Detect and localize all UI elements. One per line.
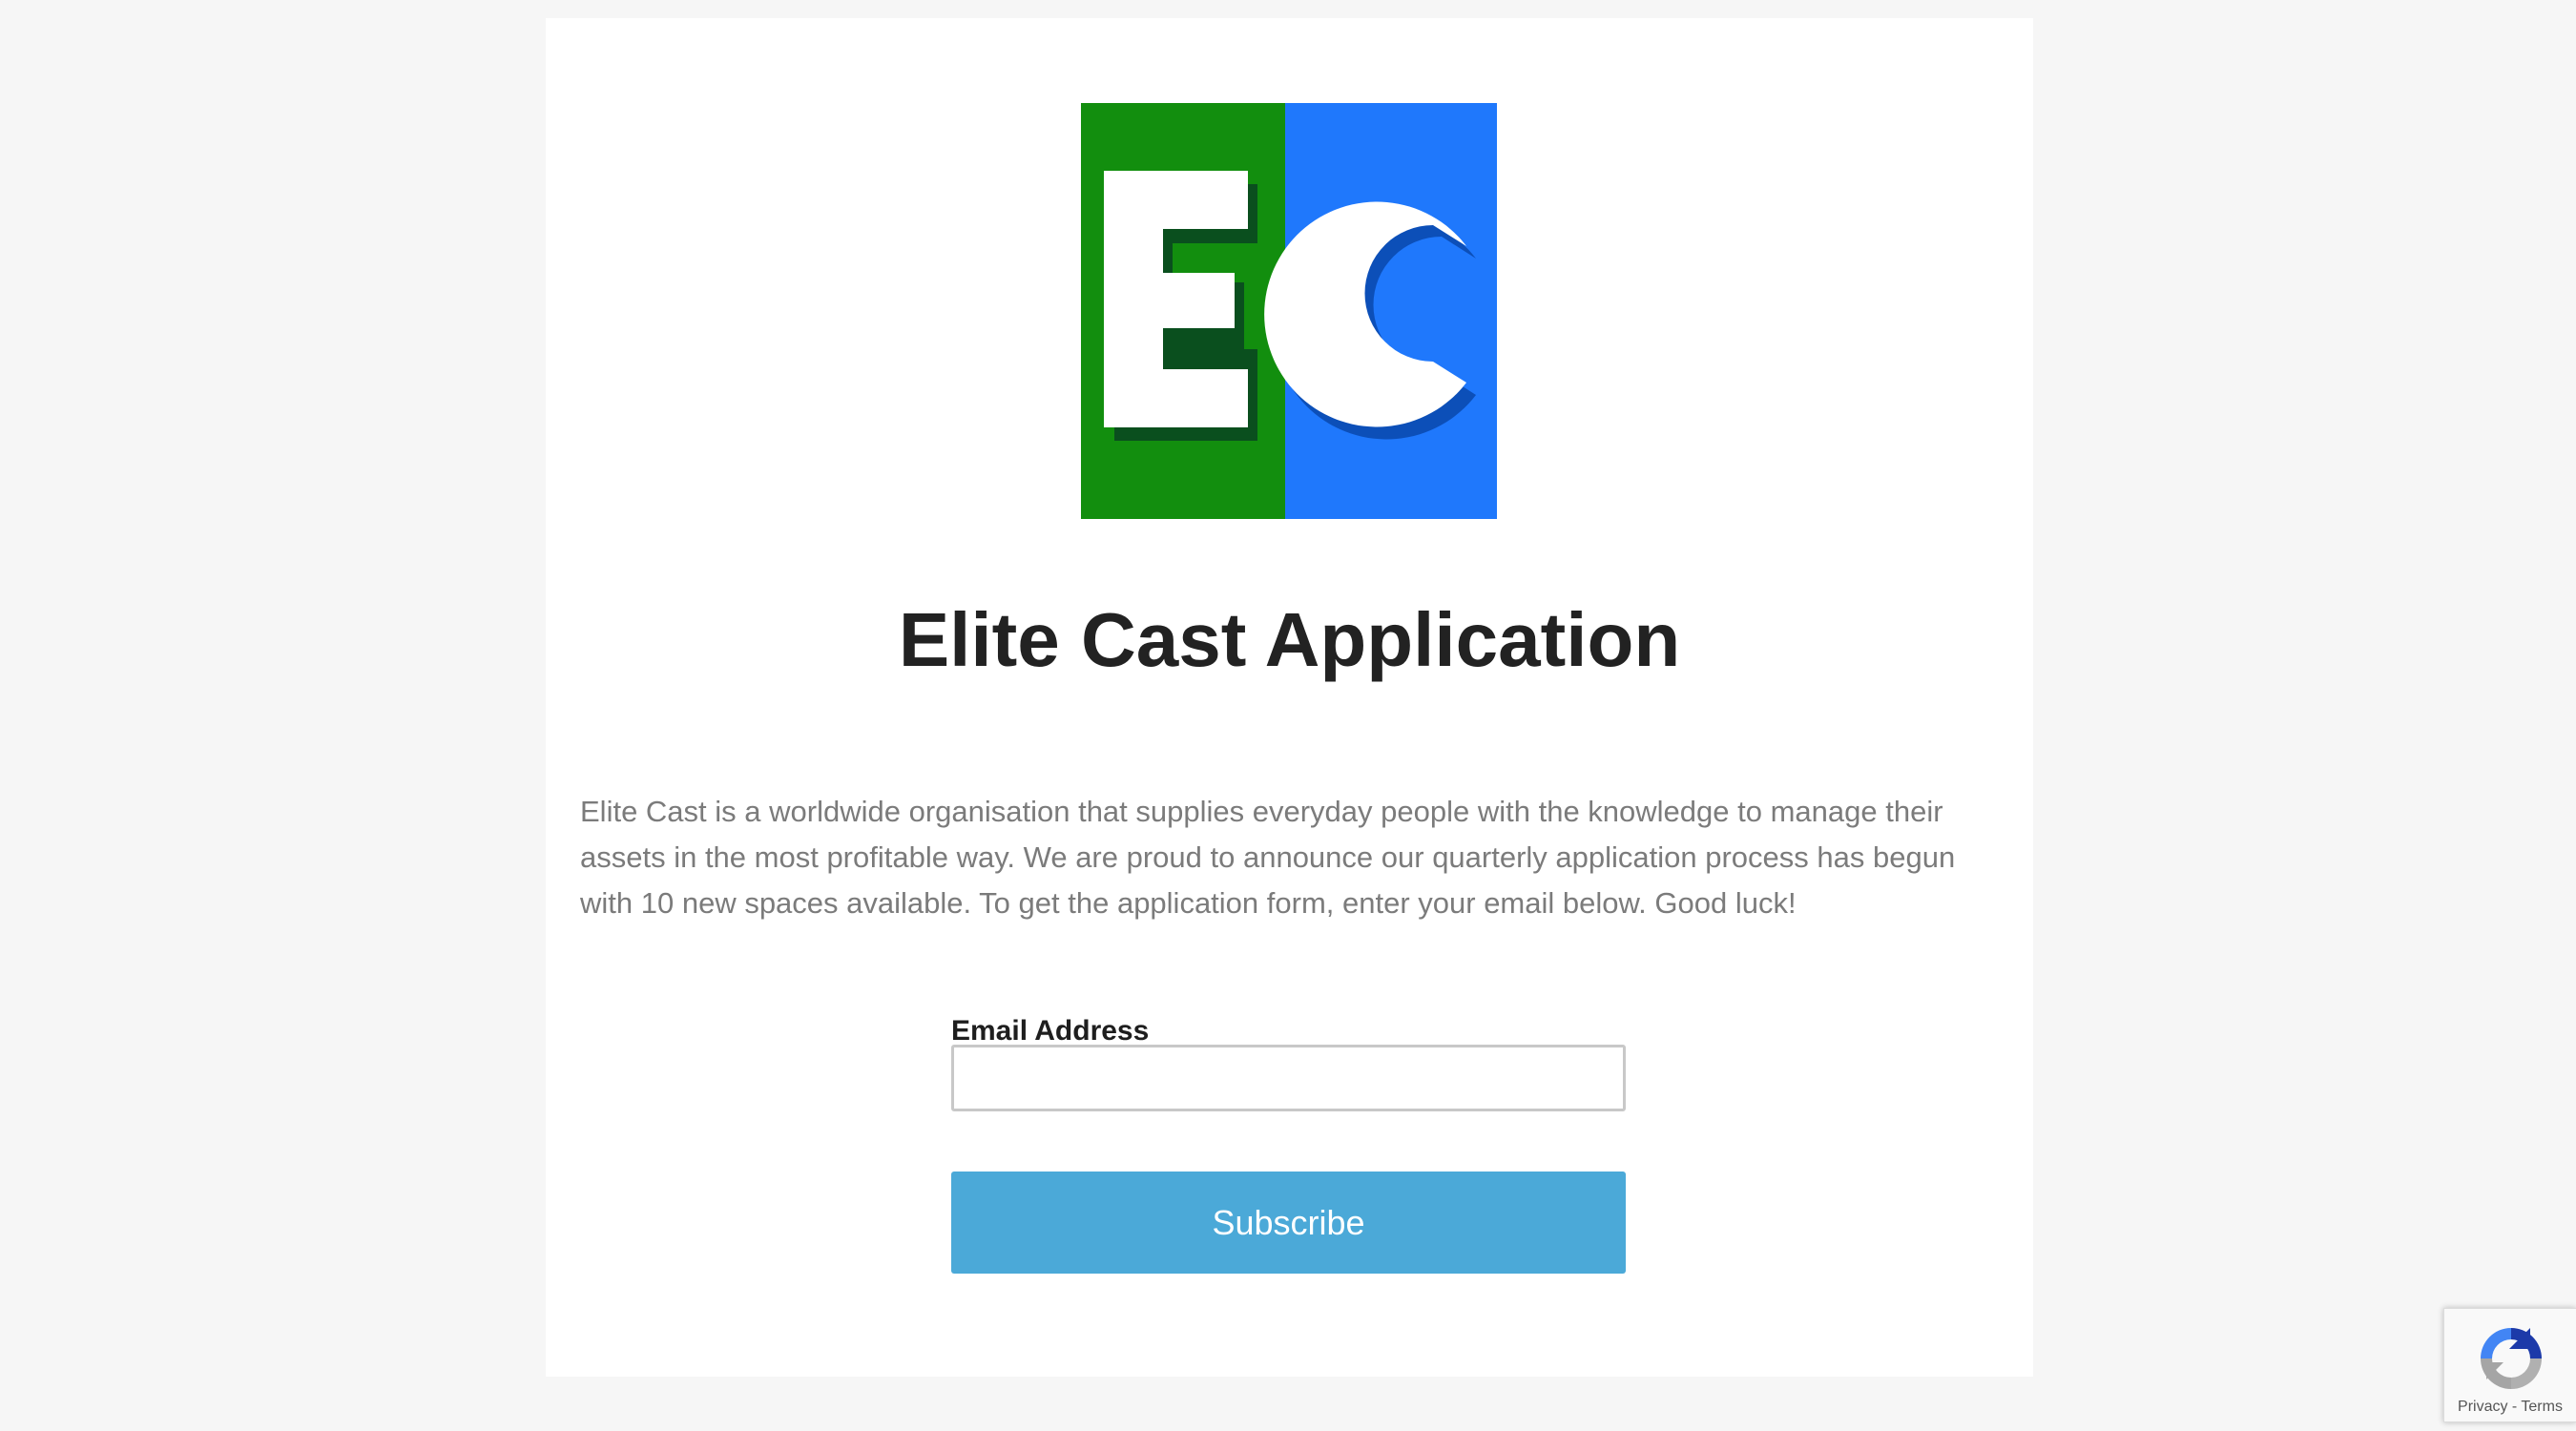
email-input[interactable] [951, 1045, 1626, 1111]
recaptcha-badge[interactable]: Privacy - Terms [2443, 1308, 2576, 1422]
recaptcha-icon [2473, 1320, 2549, 1397]
intro-paragraph: Elite Cast is a worldwide organisation t… [580, 795, 1956, 920]
privacy-link[interactable]: Privacy [2458, 1399, 2507, 1415]
subscribe-button[interactable]: Subscribe [951, 1172, 1626, 1274]
signup-card: Elite Cast Application Elite Cast is a w… [546, 18, 2033, 1377]
page-title: Elite Cast Application [898, 597, 1681, 682]
link-separator: - [2511, 1399, 2518, 1415]
email-label: Email Address [951, 1015, 1150, 1047]
recaptcha-links: Privacy - Terms [2444, 1399, 2576, 1416]
terms-link[interactable]: Terms [2521, 1399, 2563, 1415]
elite-cast-logo [1081, 103, 1497, 519]
